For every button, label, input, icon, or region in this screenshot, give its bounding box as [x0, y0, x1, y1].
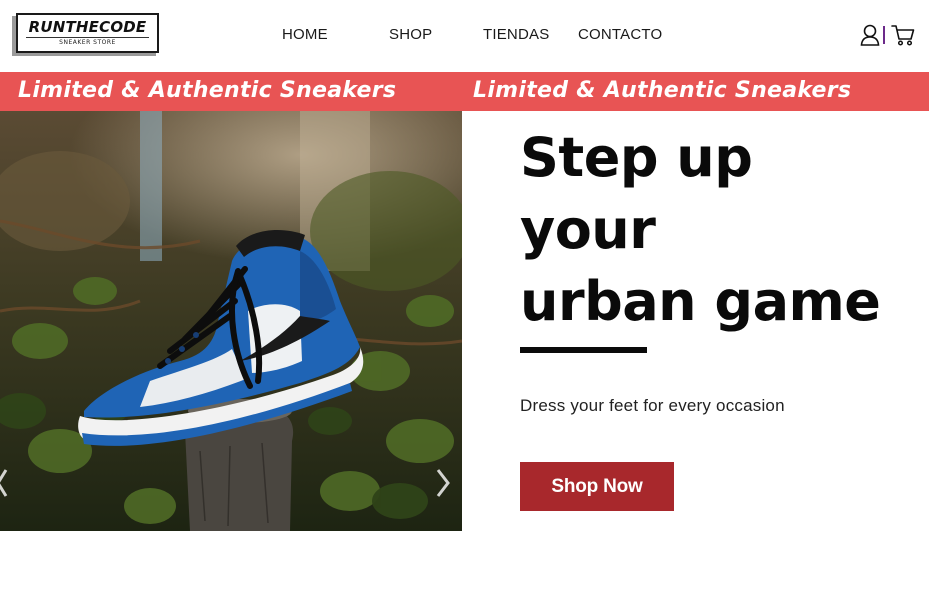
carousel-next-icon[interactable] [432, 466, 454, 500]
hero-subtitle: Dress your feet for every occasion [520, 396, 785, 415]
shop-now-button[interactable]: Shop Now [520, 462, 674, 511]
cart-icon[interactable] [891, 24, 915, 46]
logo-divider [26, 37, 149, 38]
carousel-prev-icon[interactable] [0, 466, 10, 500]
hero-title-line: Step up [520, 126, 753, 189]
hero-sneaker-image [0, 111, 462, 531]
nav-home[interactable]: HOME [282, 26, 328, 43]
marquee-text: Limited & Authentic Sneakers [473, 78, 852, 103]
nav-contacto[interactable]: CONTACTO [578, 26, 662, 43]
sneaker-photo [0, 111, 462, 531]
hero-divider [520, 347, 647, 353]
user-icon[interactable] [860, 24, 880, 46]
hero-title: Step up your urban game [520, 122, 920, 338]
nav-tiendas[interactable]: TIENDAS [483, 26, 549, 43]
nav-shop[interactable]: SHOP [389, 26, 432, 43]
header-icons [860, 24, 920, 46]
logo-title: RUNTHECODE [28, 18, 147, 36]
marquee-text: Limited & Authentic Sneakers [18, 78, 397, 103]
site-header: RUNTHECODE SNEAKER STORE HOME SHOP TIEND… [0, 0, 929, 72]
hero-title-line: your [520, 198, 656, 261]
hero-title-line: urban game [520, 270, 881, 333]
icon-separator [883, 26, 885, 44]
promo-marquee: Limited & Authentic Sneakers Limited & A… [0, 72, 929, 111]
logo-box: RUNTHECODE SNEAKER STORE [16, 13, 159, 53]
logo-subtitle: SNEAKER STORE [59, 39, 116, 46]
brand-logo[interactable]: RUNTHECODE SNEAKER STORE [12, 13, 159, 56]
